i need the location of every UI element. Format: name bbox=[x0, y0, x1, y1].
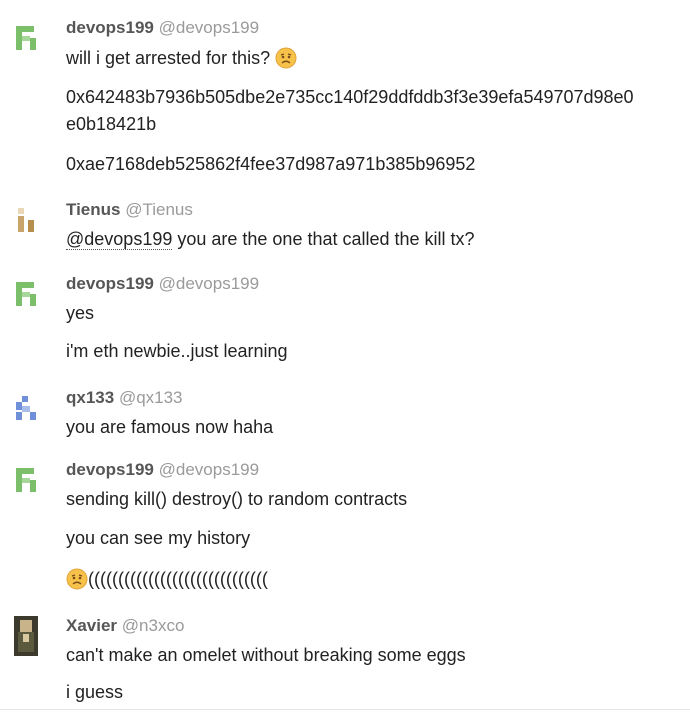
avatar[interactable] bbox=[14, 394, 40, 424]
user-handle[interactable]: @devops199 bbox=[159, 18, 259, 37]
message-header: Tienus @Tienus bbox=[66, 200, 193, 220]
message-header: Xavier @n3xco bbox=[66, 616, 184, 636]
avatar[interactable] bbox=[14, 24, 40, 54]
message-text: @devops199 you are the one that called t… bbox=[66, 229, 475, 250]
user-name[interactable]: Xavier bbox=[66, 616, 117, 635]
message-text: 0x642483b7936b505dbe2e735cc140f29ddfddb3… bbox=[66, 87, 634, 107]
divider bbox=[0, 709, 690, 710]
user-name[interactable]: devops199 bbox=[66, 460, 154, 479]
message-header: devops199 @devops199 bbox=[66, 274, 259, 294]
message-text: i'm eth newbie..just learning bbox=[66, 341, 288, 361]
message-text: you are famous now haha bbox=[66, 417, 274, 437]
user-name[interactable]: devops199 bbox=[66, 18, 154, 37]
avatar[interactable] bbox=[14, 466, 40, 496]
user-name[interactable]: devops199 bbox=[66, 274, 154, 293]
user-handle[interactable]: @devops199 bbox=[159, 460, 259, 479]
message-header: devops199 @devops199 bbox=[66, 18, 259, 38]
chat-log: devops199 @devops199 will i get arrested… bbox=[0, 0, 690, 717]
message-header: devops199 @devops199 bbox=[66, 460, 259, 480]
user-handle[interactable]: @devops199 bbox=[159, 274, 259, 293]
message-text: i guess bbox=[66, 682, 124, 702]
message-text: will i get arrested for this? bbox=[66, 47, 297, 74]
user-handle[interactable]: @qx133 bbox=[119, 388, 183, 407]
user-name[interactable]: Tienus bbox=[66, 200, 120, 219]
message-header: qx133 @qx133 bbox=[66, 388, 183, 408]
worried-face-emoji-icon bbox=[275, 47, 297, 74]
user-name[interactable]: qx133 bbox=[66, 388, 114, 407]
avatar[interactable] bbox=[14, 280, 40, 310]
worried-face-emoji-icon bbox=[66, 568, 88, 595]
message-text: e0b18421b bbox=[66, 114, 157, 134]
message-text: can't make an omelet without breaking so… bbox=[66, 645, 466, 665]
message-text: (((((((((((((((((((((((((((((( bbox=[66, 568, 268, 595]
user-mention[interactable]: @devops199 bbox=[66, 229, 173, 250]
message-text: 0xae7168deb525862f4fee37d987a971b385b969… bbox=[66, 154, 476, 174]
user-handle[interactable]: @n3xco bbox=[122, 616, 185, 635]
avatar[interactable] bbox=[14, 616, 38, 656]
avatar[interactable] bbox=[14, 206, 40, 236]
message-text: you can see my history bbox=[66, 528, 251, 548]
user-handle[interactable]: @Tienus bbox=[125, 200, 193, 219]
message-text: sending kill() destroy() to random contr… bbox=[66, 489, 408, 509]
message-text: yes bbox=[66, 303, 95, 323]
